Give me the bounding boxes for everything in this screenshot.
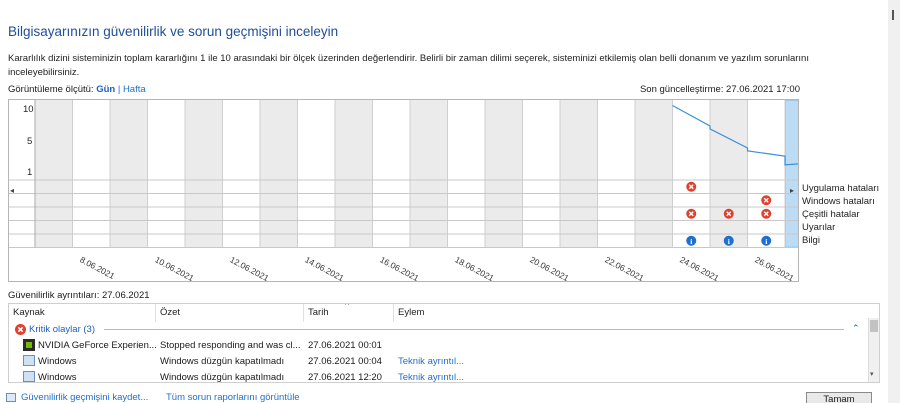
view-by: Görüntüleme ölçütü: Gün | Hafta bbox=[8, 84, 146, 95]
info-icon-mark: i bbox=[765, 237, 767, 246]
day-column bbox=[372, 100, 410, 248]
day-column bbox=[560, 100, 598, 248]
x-tick-label: 26.06.2021 bbox=[753, 254, 795, 281]
page-title: Bilgisayarınızın güvenilirlik ve sorun g… bbox=[8, 24, 339, 39]
scroll-down-icon[interactable]: ▾ bbox=[870, 370, 874, 378]
x-tick-label: 14.06.2021 bbox=[303, 254, 345, 281]
window-scrollbar[interactable] bbox=[888, 0, 900, 403]
y-tick-label: 10 bbox=[23, 104, 34, 115]
table-row[interactable]: Windows Windows düzgün kapatılmadı 27.06… bbox=[9, 369, 875, 383]
details-title: Güvenilirlik ayrıntıları: 27.06.2021 bbox=[8, 290, 150, 301]
windows-icon bbox=[23, 371, 35, 382]
scroll-left-icon[interactable]: ◂ bbox=[10, 186, 14, 195]
selected-day-column bbox=[785, 100, 823, 248]
row-label-information: Bilgi bbox=[802, 235, 820, 246]
row-label-app-failures: Uygulama hataları bbox=[802, 183, 880, 194]
ok-button[interactable]: Tamam bbox=[806, 392, 872, 403]
row-summary: Windows düzgün kapatılmadı bbox=[160, 356, 285, 367]
day-column bbox=[635, 100, 673, 248]
day-column bbox=[260, 100, 298, 248]
x-tick-label: 8.06.2021 bbox=[78, 254, 116, 281]
technical-details-link[interactable]: Teknik ayrıntıl... bbox=[398, 356, 464, 367]
y-tick-label: 1 bbox=[27, 167, 33, 178]
row-summary: Stopped responding and was cl... bbox=[160, 340, 301, 351]
y-tick-label: 5 bbox=[27, 136, 33, 147]
window-scrollbar-thumb[interactable] bbox=[892, 10, 894, 20]
day-column bbox=[147, 100, 185, 248]
row-label-warnings: Uyarılar bbox=[802, 222, 836, 233]
view-by-week-link[interactable]: Hafta bbox=[123, 84, 146, 95]
last-updated: Son güncelleştirme: 27.06.2021 17:00 bbox=[639, 84, 800, 95]
scroll-right-icon[interactable]: ▸ bbox=[790, 186, 794, 195]
day-column bbox=[447, 100, 485, 248]
nvidia-icon bbox=[23, 339, 35, 351]
row-label-misc-failures: Çeşitli hatalar bbox=[802, 209, 860, 220]
error-icon bbox=[15, 324, 26, 335]
row-label-windows-failures: Windows hataları bbox=[802, 196, 875, 207]
column-header-action[interactable]: Eylem bbox=[394, 304, 876, 322]
x-tick-label: 22.06.2021 bbox=[603, 254, 645, 281]
group-divider bbox=[104, 329, 844, 330]
row-source: Windows bbox=[38, 356, 77, 367]
info-icon-mark: i bbox=[690, 237, 692, 246]
view-by-label: Görüntüleme ölçütü: bbox=[8, 84, 94, 95]
day-column bbox=[747, 100, 785, 248]
day-column bbox=[185, 100, 223, 248]
collapse-icon[interactable]: ⌃ bbox=[852, 323, 860, 334]
x-tick-label: 12.06.2021 bbox=[228, 254, 270, 281]
column-header-summary[interactable]: Özet bbox=[156, 304, 304, 322]
day-column bbox=[485, 100, 523, 248]
info-icon-mark: i bbox=[728, 237, 730, 246]
view-by-separator: | bbox=[117, 84, 121, 95]
save-icon bbox=[6, 393, 16, 402]
day-column bbox=[710, 100, 748, 248]
x-tick-label: 10.06.2021 bbox=[153, 254, 195, 281]
technical-details-link[interactable]: Teknik ayrıntıl... bbox=[398, 372, 464, 382]
group-row-critical[interactable]: Kritik olaylar (3) ⌃ bbox=[9, 322, 875, 337]
table-row[interactable]: Windows Windows düzgün kapatılmadı 27.06… bbox=[9, 353, 875, 369]
day-column bbox=[72, 100, 110, 248]
scrollbar-thumb[interactable] bbox=[870, 320, 878, 332]
day-column bbox=[522, 100, 560, 248]
x-tick-label: 18.06.2021 bbox=[453, 254, 495, 281]
day-column bbox=[335, 100, 373, 248]
group-label: Kritik olaylar (3) bbox=[29, 324, 95, 335]
row-date: 27.06.2021 00:01 bbox=[308, 340, 382, 351]
row-date: 27.06.2021 00:04 bbox=[308, 356, 382, 367]
day-column bbox=[672, 100, 710, 248]
save-history-link[interactable]: Güvenilirlik geçmişini kaydet... bbox=[21, 392, 148, 403]
view-all-reports-link[interactable]: Tüm sorun raporlarını görüntüle bbox=[166, 392, 300, 403]
row-source: Windows bbox=[38, 372, 77, 383]
day-column bbox=[597, 100, 635, 248]
x-tick-label: 16.06.2021 bbox=[378, 254, 420, 281]
reliability-chart[interactable]: !iiii8.06.202110.06.202112.06.202114.06.… bbox=[8, 99, 823, 283]
details-table: Kaynak Özet Tarih ^ Eylem Kritik olaylar… bbox=[8, 303, 880, 383]
table-row[interactable]: NVIDIA GeForce Experien... Stopped respo… bbox=[9, 337, 875, 353]
view-by-day-link[interactable]: Gün bbox=[96, 84, 115, 95]
page-description: Kararlılık dizini sisteminizin toplam ka… bbox=[8, 53, 809, 78]
day-column bbox=[410, 100, 448, 248]
row-summary: Windows düzgün kapatılmadı bbox=[160, 372, 285, 383]
row-source: NVIDIA GeForce Experien... bbox=[38, 340, 156, 351]
reliability-chart-svg: !iiii8.06.202110.06.202112.06.202114.06.… bbox=[9, 100, 823, 283]
row-date: 27.06.2021 12:20 bbox=[308, 372, 382, 383]
x-tick-label: 24.06.2021 bbox=[678, 254, 720, 281]
sort-ascending-icon: ^ bbox=[345, 303, 350, 310]
day-column bbox=[222, 100, 260, 248]
column-header-source[interactable]: Kaynak bbox=[9, 304, 156, 322]
day-column bbox=[35, 100, 73, 248]
table-scrollbar[interactable]: ▾ bbox=[868, 318, 879, 382]
windows-icon bbox=[23, 355, 35, 366]
x-tick-label: 20.06.2021 bbox=[528, 254, 570, 281]
day-column bbox=[110, 100, 148, 248]
day-column bbox=[297, 100, 335, 248]
